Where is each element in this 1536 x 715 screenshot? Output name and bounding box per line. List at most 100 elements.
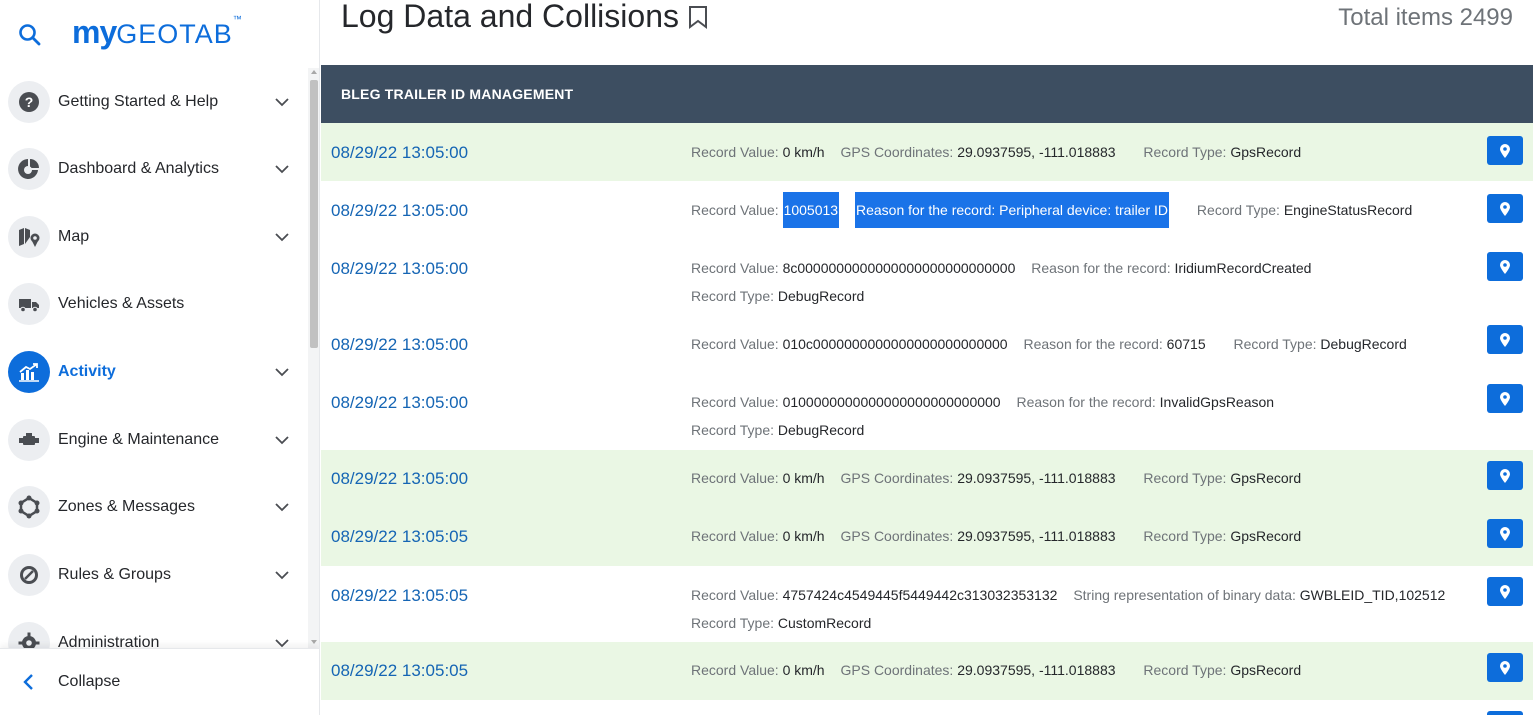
row-details: Record Value: 1005013 Reason for the rec… [691,192,1412,228]
search-icon[interactable] [17,22,43,48]
field-value: GpsRecord [1230,470,1302,486]
nav-item-dashboard-analytics[interactable]: Dashboard & Analytics [0,139,308,199]
log-row[interactable]: 08/29/22 13:05:05 Record Value: 4757424c… [321,566,1533,642]
chevron-down-icon[interactable] [273,431,291,449]
field-label: Record Value: [691,470,783,486]
log-row[interactable]: 08/29/22 13:05:00 Record Value: 0 km/h G… [321,123,1533,181]
field-value: CustomRecord [777,615,872,631]
row-details: Record Value: 0 km/h GPS Coordinates: 29… [691,662,1301,678]
log-row[interactable]: 08/29/22 13:05:05 Record Value: 0 km/h G… [321,508,1533,566]
map-pin-icon [1500,526,1510,541]
mygeotab-logo[interactable]: myGEOTAB™ [72,14,242,54]
chevron-down-icon[interactable] [273,566,291,584]
field-value: 29.0937595, -111.018883 [957,144,1116,160]
log-row[interactable]: 08/29/22 13:05:00 Record Value: 0 km/h G… [321,450,1533,508]
row-details-line2: Record Type: DebugRecord [691,422,864,438]
field-label: Record Value: [691,260,783,276]
field-value: 0 km/h [782,470,825,486]
field-label: Reason for the record: [1016,394,1160,410]
nav-item-map[interactable]: Map [0,207,308,267]
field-value: 0 km/h [782,528,825,544]
map-pin-icon [1500,259,1510,274]
field-label: Record Type: [1143,662,1231,678]
log-row[interactable]: 08/29/22 13:05:05 Record Value: 0 km/h G… [321,642,1533,700]
map-pin-button[interactable] [1487,325,1523,354]
row-timestamp[interactable]: 08/29/22 13:05:05 [331,586,468,606]
field-label: Record Type: [691,288,778,304]
row-timestamp[interactable]: 08/29/22 13:05:00 [331,259,468,279]
main-content: Log Data and Collisions Total items 2499… [321,0,1536,715]
chevron-down-icon[interactable] [273,634,291,648]
field-label: Record Value: [691,202,783,218]
zones-icon [8,486,50,528]
field-value-selected[interactable]: 1005013 [782,192,840,228]
log-row[interactable]: 08/29/22 13:05:00 Record Value: 8c000000… [321,239,1533,315]
log-row[interactable]: 08/29/22 13:05:00 Record Value: 010c0000… [321,315,1533,373]
page-title-text: Log Data and Collisions [341,0,679,34]
page-title: Log Data and Collisions [341,0,709,35]
nav-item-activity[interactable]: Activity [0,342,308,402]
scroll-down-arrow-icon[interactable] [311,640,317,644]
map-pin-button[interactable] [1487,577,1523,606]
map-pin-button[interactable] [1487,711,1523,715]
row-timestamp[interactable]: 08/29/22 13:05:00 [331,393,468,413]
group-header-label: BLEG TRAILER ID MANAGEMENT [341,86,574,102]
chevron-down-icon[interactable] [273,363,291,381]
pie-chart-icon [8,148,50,190]
map-pin-icon [1500,332,1510,347]
nav-label: Zones & Messages [58,498,195,515]
nav-item-rules-groups[interactable]: Rules & Groups [0,545,308,605]
log-row[interactable]: 08/29/22 13:05:00 Record Value: 1005013 … [321,181,1533,239]
nav-item-administration[interactable]: Administration [0,613,308,648]
sidebar-scrollbar-thumb[interactable] [310,80,318,348]
nav-label: Engine & Maintenance [58,431,219,448]
field-label: Record Value: [691,587,783,603]
field-label: Record Value: [691,662,783,678]
main-nav: ? Getting Started & Help Dashboard & Ana… [0,68,308,648]
scroll-up-arrow-icon[interactable] [311,70,317,74]
field-value: 60715 [1166,336,1206,352]
row-details: Record Value: 0 km/h GPS Coordinates: 29… [691,528,1301,544]
field-value: InvalidGpsReason [1159,394,1275,410]
field-value: 8c0000000000000000000000000000 [782,260,1016,276]
field-value: 0 km/h [782,144,825,160]
row-timestamp[interactable]: 08/29/22 13:05:00 [331,469,468,489]
sidebar: myGEOTAB™ ? Getting Started & Help Dashb… [0,0,320,715]
field-label: Record Type: [691,615,778,631]
nav-label: Vehicles & Assets [58,295,185,312]
map-pin-button[interactable] [1487,136,1523,165]
row-timestamp[interactable]: 08/29/22 13:05:00 [331,143,468,163]
map-pin-icon [1500,143,1510,158]
log-row[interactable]: 08/29/22 13:05:00 Record Value: 01000000… [321,373,1533,450]
field-label: String representation of binary data: [1073,587,1300,603]
chevron-down-icon[interactable] [273,93,291,111]
map-pin-icon [1500,201,1510,216]
nav-label: Dashboard & Analytics [58,160,219,177]
bookmark-icon[interactable] [687,5,709,29]
map-pin-button[interactable] [1487,252,1523,281]
map-pin-button[interactable] [1487,519,1523,548]
map-pin-button[interactable] [1487,653,1523,682]
reason-value-selected[interactable]: Reason for the record: Peripheral device… [854,192,1170,228]
field-label: Record Value: [691,144,783,160]
row-details: Record Value: 4757424c4549445f5449442c31… [691,587,1445,603]
nav-item-zones-messages[interactable]: Zones & Messages [0,477,308,537]
nav-label: Getting Started & Help [58,93,219,110]
chevron-down-icon[interactable] [273,160,291,178]
map-pin-button[interactable] [1487,384,1523,413]
truck-icon [8,283,50,325]
log-row[interactable] [321,700,1533,715]
row-timestamp[interactable]: 08/29/22 13:05:05 [331,661,468,681]
nav-item-getting-started[interactable]: ? Getting Started & Help [0,72,308,132]
map-pin-button[interactable] [1487,194,1523,223]
row-timestamp[interactable]: 08/29/22 13:05:00 [331,201,468,221]
row-timestamp[interactable]: 08/29/22 13:05:05 [331,527,468,547]
chevron-down-icon[interactable] [273,498,291,516]
field-label: GPS Coordinates: [840,528,958,544]
collapse-button[interactable]: Collapse [0,648,319,715]
map-pin-button[interactable] [1487,461,1523,490]
nav-item-vehicles-assets[interactable]: Vehicles & Assets [0,274,308,334]
row-timestamp[interactable]: 08/29/22 13:05:00 [331,335,468,355]
chevron-down-icon[interactable] [273,228,291,246]
nav-item-engine-maintenance[interactable]: Engine & Maintenance [0,410,308,470]
